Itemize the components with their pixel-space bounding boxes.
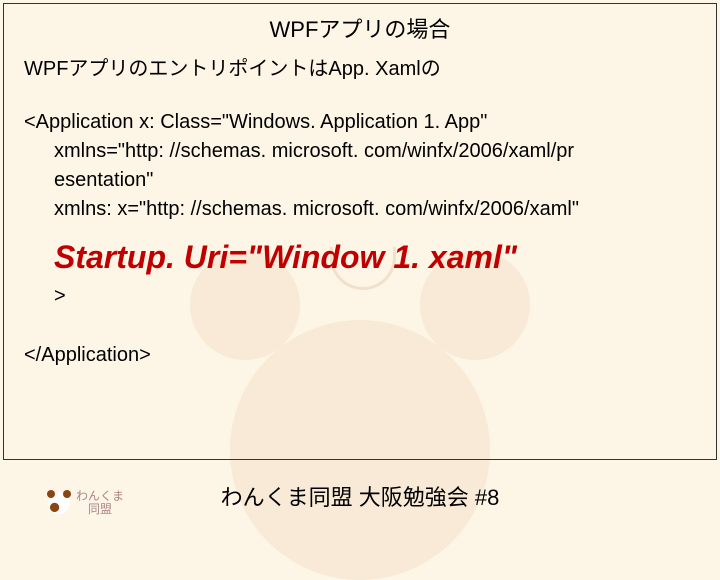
code-gt: > xyxy=(54,282,696,311)
code-close: </Application> xyxy=(24,341,696,370)
footer-title: わんくま同盟 大阪勉強会 #8 xyxy=(0,480,720,512)
code-startup-highlight: Startup. Uri="Window 1. xaml" xyxy=(54,234,696,280)
slide-content: WPFアプリのエントリポイントはApp. Xamlの <Application … xyxy=(24,55,696,370)
intro-line: WPFアプリのエントリポイントはApp. Xamlの xyxy=(24,55,696,84)
code-open: <Application x: Class="Windows. Applicat… xyxy=(24,108,696,137)
slide-title: WPFアプリの場合 xyxy=(0,12,720,44)
code-xmlns2: xmlns: x="http: //schemas. microsoft. co… xyxy=(54,195,696,224)
footer: わんくま 同盟 わんくま同盟 大阪勉強会 #8 xyxy=(0,462,720,540)
code-xmlns1b: esentation" xyxy=(54,166,696,195)
code-xmlns1a: xmlns="http: //schemas. microsoft. com/w… xyxy=(54,137,696,166)
